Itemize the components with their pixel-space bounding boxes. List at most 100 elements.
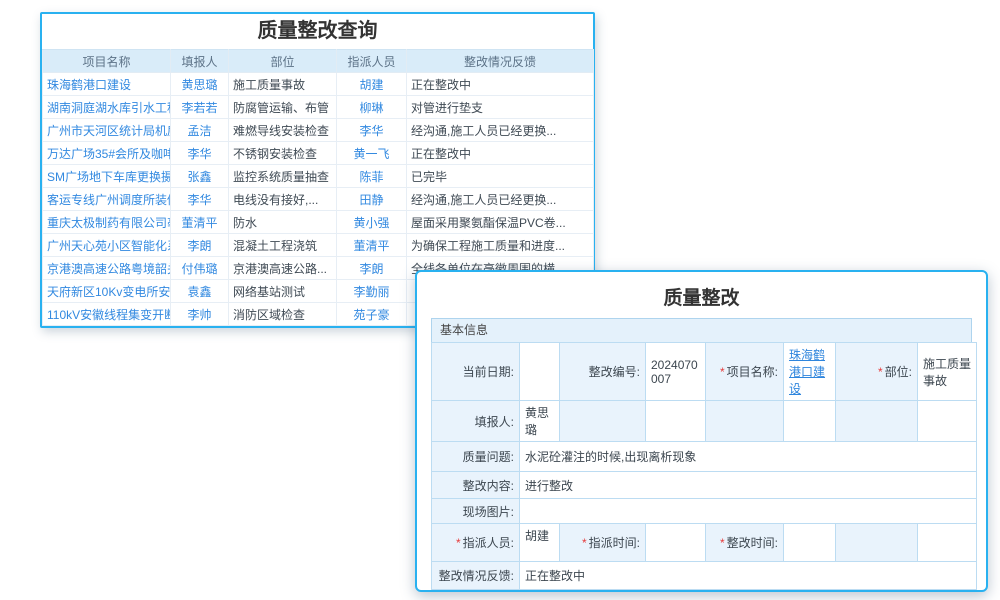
column-header-reporter: 填报人 xyxy=(171,50,229,73)
part-cell: 网络基站测试 xyxy=(229,280,337,303)
reporter-name-link[interactable]: 孟洁 xyxy=(187,124,211,138)
part-cell: 难燃导线安装检查 xyxy=(229,119,337,142)
feedback-cell: 对管进行垫支 xyxy=(407,96,594,119)
part-cell: 不锈钢安装检查 xyxy=(229,142,337,165)
project-name-link[interactable]: 天府新区10Kv变电所安装工程 xyxy=(47,285,171,299)
issue-field[interactable]: 水泥砼灌注的时候,出现离析现象 xyxy=(520,442,977,472)
feedback-cell: 屋面采用聚氨酯保温PVC卷... xyxy=(407,211,594,234)
assignee-name-link[interactable]: 董清平 xyxy=(353,239,389,253)
project-name-link[interactable]: SM广场地下车库更换摄像头 xyxy=(47,170,171,184)
content-label: 整改内容: xyxy=(432,472,520,499)
column-header-project: 项目名称 xyxy=(43,50,171,73)
column-header-part: 部位 xyxy=(229,50,337,73)
empty-label-cell xyxy=(560,401,646,442)
table-row: SM广场地下车库更换摄像头 张鑫 监控系统质量抽查 陈菲 已完毕 xyxy=(43,165,594,188)
form-panel-title: 质量整改 xyxy=(431,282,972,318)
assignee-name-link[interactable]: 苑子豪 xyxy=(353,308,389,322)
current-date-label: 当前日期: xyxy=(432,343,520,401)
assign-time-label: *指派时间: xyxy=(560,524,646,562)
desktop-stage: 质量整改查询 项目名称 填报人 部位 指派人员 整改情况反馈 珠海鹤港口建设 黄… xyxy=(0,0,1000,600)
photos-field[interactable] xyxy=(520,499,977,524)
table-row: 广州市天河区统计局机房改造 孟洁 难燃导线安装检查 李华 经沟通,施工人员已经更… xyxy=(43,119,594,142)
empty-label-cell xyxy=(706,401,784,442)
project-name-link[interactable]: 广州市天河区统计局机房改造 xyxy=(47,124,171,138)
feedback-cell: 经沟通,施工人员已经更换... xyxy=(407,188,594,211)
reporter-name-link[interactable]: 付伟璐 xyxy=(181,262,217,276)
part-cell: 施工质量事故 xyxy=(229,73,337,96)
empty-value-cell xyxy=(646,401,706,442)
reporter-name-link[interactable]: 董清平 xyxy=(181,216,217,230)
assignee-name-link[interactable]: 田静 xyxy=(359,193,383,207)
issue-label: 质量问题: xyxy=(432,442,520,472)
empty-label-cell xyxy=(836,524,918,562)
assignee-name-link[interactable]: 黄小强 xyxy=(353,216,389,230)
reporter-name-link[interactable]: 李若若 xyxy=(181,101,217,115)
reporter-field[interactable]: 黄思璐 xyxy=(520,401,560,442)
basic-info-section-header: 基本信息 xyxy=(431,318,972,342)
reporter-name-link[interactable]: 李帅 xyxy=(187,308,211,322)
rectify-time-label: *整改时间: xyxy=(706,524,784,562)
assignee-name-link[interactable]: 胡建 xyxy=(359,78,383,92)
project-value-link[interactable]: 珠海鹤港口建设 xyxy=(789,348,825,396)
photos-label: 现场图片: xyxy=(432,499,520,524)
empty-value-cell xyxy=(918,401,977,442)
part-cell: 防水 xyxy=(229,211,337,234)
project-name-link[interactable]: 110kV安徽线程集变开断线路 xyxy=(47,308,171,322)
part-cell: 京港澳高速公路... xyxy=(229,257,337,280)
project-name-link[interactable]: 万达广场35#会所及咖啡厅装 xyxy=(47,147,171,161)
assignee-label: *指派人员: xyxy=(432,524,520,562)
project-name-link[interactable]: 珠海鹤港口建设 xyxy=(47,78,131,92)
project-name-link[interactable]: 京港澳高速公路粤境韶关至 xyxy=(47,262,171,276)
query-panel-title: 质量整改查询 xyxy=(42,14,593,49)
feedback-cell: 为确保工程施工质量和进度... xyxy=(407,234,594,257)
column-header-assignee: 指派人员 xyxy=(337,50,407,73)
content-field[interactable]: 进行整改 xyxy=(520,472,977,499)
query-table-header-row: 项目名称 填报人 部位 指派人员 整改情况反馈 xyxy=(43,50,594,73)
reporter-name-link[interactable]: 张鑫 xyxy=(187,170,211,184)
reporter-name-link[interactable]: 李华 xyxy=(187,193,211,207)
project-name-link[interactable]: 客运专线广州调度所装修项目 xyxy=(47,193,171,207)
part-cell: 电线没有接好,... xyxy=(229,188,337,211)
assignee-name-link[interactable]: 柳琳 xyxy=(359,101,383,115)
empty-value-cell xyxy=(918,524,977,562)
required-asterisk: * xyxy=(720,365,725,379)
code-field[interactable]: 2024070007 xyxy=(646,343,706,401)
assignee-name-link[interactable]: 陈菲 xyxy=(359,170,383,184)
table-row: 湖南洞庭湖水库引水工程施 李若若 防腐管运输、布管 柳琳 对管进行垫支 xyxy=(43,96,594,119)
current-date-field[interactable] xyxy=(520,343,560,401)
part-cell: 消防区域检查 xyxy=(229,303,337,326)
empty-label-cell xyxy=(836,401,918,442)
assignee-name-link[interactable]: 李朗 xyxy=(359,262,383,276)
part-label: *部位: xyxy=(836,343,918,401)
table-row: 万达广场35#会所及咖啡厅装 李华 不锈钢安装检查 黄一飞 正在整改中 xyxy=(43,142,594,165)
part-cell: 监控系统质量抽查 xyxy=(229,165,337,188)
reporter-name-link[interactable]: 袁鑫 xyxy=(187,285,211,299)
feedback-field[interactable]: 正在整改中 xyxy=(520,562,977,590)
table-row: 广州天心苑小区智能化系统 李朗 混凝土工程浇筑 董清平 为确保工程施工质量和进度… xyxy=(43,234,594,257)
assignee-name-link[interactable]: 李勤丽 xyxy=(353,285,389,299)
feedback-label: 整改情况反馈: xyxy=(432,562,520,590)
assignee-name-link[interactable]: 黄一飞 xyxy=(353,147,389,161)
required-asterisk: * xyxy=(878,365,883,379)
assign-time-field[interactable] xyxy=(646,524,706,562)
project-name-link[interactable]: 湖南洞庭湖水库引水工程施 xyxy=(47,101,171,115)
feedback-cell: 已完毕 xyxy=(407,165,594,188)
project-name-link[interactable]: 广州天心苑小区智能化系统 xyxy=(47,239,171,253)
project-label: *项目名称: xyxy=(706,343,784,401)
reporter-name-link[interactable]: 李朗 xyxy=(187,239,211,253)
required-asterisk: * xyxy=(720,536,725,550)
table-row: 客运专线广州调度所装修项目 李华 电线没有接好,... 田静 经沟通,施工人员已… xyxy=(43,188,594,211)
rectification-form-table: 当前日期: 整改编号: 2024070007 *项目名称: 珠海鹤港口建设 *部… xyxy=(431,342,977,590)
rectify-time-field[interactable] xyxy=(784,524,836,562)
table-row: 珠海鹤港口建设 黄思璐 施工质量事故 胡建 正在整改中 xyxy=(43,73,594,96)
part-field[interactable]: 施工质量事故 xyxy=(918,343,977,401)
reporter-name-link[interactable]: 黄思璐 xyxy=(181,78,217,92)
reporter-name-link[interactable]: 李华 xyxy=(187,147,211,161)
feedback-cell: 正在整改中 xyxy=(407,73,594,96)
project-name-link[interactable]: 重庆太极制药有限公司亳州 xyxy=(47,216,171,230)
assignee-field[interactable]: 胡建 xyxy=(520,524,560,562)
assignee-name-link[interactable]: 李华 xyxy=(359,124,383,138)
part-cell: 混凝土工程浇筑 xyxy=(229,234,337,257)
table-row: 重庆太极制药有限公司亳州 董清平 防水 黄小强 屋面采用聚氨酯保温PVC卷... xyxy=(43,211,594,234)
empty-value-cell xyxy=(784,401,836,442)
